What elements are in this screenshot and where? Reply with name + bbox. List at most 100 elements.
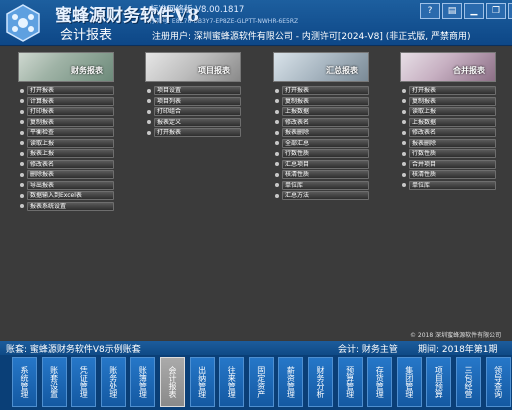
bullet-icon (20, 162, 24, 167)
menu-button[interactable]: 读取上报 (27, 138, 114, 148)
bullet-icon (402, 130, 406, 135)
menu-button[interactable]: 报表删除 (409, 138, 496, 148)
menu-button[interactable]: 打开报表 (27, 86, 114, 96)
menu-button[interactable]: 行数性质 (409, 149, 496, 159)
bullet-icon (20, 204, 24, 209)
nav-button[interactable]: 凭证管理 (71, 357, 97, 407)
menu-list: 打开报表 复制报表 读取上报 上报数据 修改表名 报表删除 行数性质 合并项目 核清性质 单位库 (400, 86, 496, 190)
menu-item: 项目列表 (147, 96, 241, 107)
column-consolidated-reports: 合并报表 打开报表 复制报表 读取上报 上报数据 修改表名 报表删除 行数性质 合并项目 核清性质… (400, 52, 496, 191)
menu-button[interactable]: 单位库 (282, 180, 369, 190)
column-financial-reports: 财务报表 打开报表 计算报表 打印报表 复制报表 平衡检查 读取上报 报表上报 修改表名 删除报表… (18, 52, 114, 212)
bullet-icon (402, 172, 406, 177)
nav-button[interactable]: 固定资产 (248, 357, 274, 407)
nav-button[interactable]: 项目预算 (426, 357, 452, 407)
menu-list: 打开报表 计算报表 打印报表 复制报表 平衡检查 读取上报 报表上报 修改表名 删除报表 导出报表… (18, 86, 114, 211)
menu-button[interactable]: 单位库 (409, 180, 496, 190)
bullet-icon (147, 130, 151, 135)
nav-button[interactable]: 往来管理 (219, 357, 245, 407)
menu-button[interactable]: 读取上报 (409, 107, 496, 117)
menu-button[interactable]: 报表定义 (154, 117, 241, 127)
bullet-icon (402, 183, 406, 188)
menu-button[interactable]: 打开报表 (409, 86, 496, 96)
nav-button[interactable]: 会计报表 (160, 357, 185, 407)
menu-button[interactable]: 删除报表 (27, 170, 114, 180)
menu-button[interactable]: 行数性质 (282, 149, 369, 159)
menu-button[interactable]: 全部汇总 (282, 138, 369, 148)
help-icon[interactable]: ? (420, 3, 440, 19)
menu-button[interactable]: 修改表名 (409, 128, 496, 138)
menu-button[interactable]: 上报数据 (409, 117, 496, 127)
bullet-icon (275, 193, 279, 198)
nav-button[interactable]: 预算管理 (337, 357, 363, 407)
close-icon[interactable]: ✕ (508, 3, 512, 19)
nav-button[interactable]: 集团管理 (396, 357, 422, 407)
menu-button[interactable]: 报表删除 (282, 128, 369, 138)
menu-item: 上报数据 (402, 117, 496, 128)
menu-button[interactable]: 修改表名 (282, 117, 369, 127)
menu-button[interactable]: 修改表名 (27, 159, 114, 169)
nav-button[interactable]: 三包经营 (456, 357, 481, 407)
menu-item: 打印报表 (20, 107, 114, 117)
menu-button[interactable]: 汇总方法 (282, 191, 369, 201)
menu-button[interactable]: 核清性质 (282, 170, 369, 180)
bullet-icon (275, 88, 279, 93)
menu-button[interactable]: 核清性质 (409, 170, 496, 180)
minimize-icon[interactable]: ▁ (464, 3, 484, 19)
status-accountant: 会计: 财务主管 (338, 345, 398, 355)
nav-button[interactable]: 薪资管理 (278, 357, 304, 407)
menu-button[interactable]: 复制报表 (282, 96, 369, 106)
menu-button[interactable]: 计算报表 (27, 96, 114, 106)
menu-button[interactable]: 汇总项目 (282, 159, 369, 169)
menu-item: 修改表名 (20, 159, 114, 170)
menu-item: 读取上报 (20, 138, 114, 149)
nav-button-label: 三包经营 (464, 366, 473, 398)
menu-button[interactable]: 报表上报 (27, 149, 114, 159)
menu-button[interactable]: 打开报表 (154, 128, 241, 138)
menu-list: 打开报表 复制报表 上报数据 修改表名 报表删除 全部汇总 行数性质 汇总项目 核清性质 单位库汇… (273, 86, 369, 201)
nav-button[interactable]: 账簿管理 (130, 357, 156, 407)
menu-button[interactable]: 平衡检查 (27, 128, 114, 138)
menu-button[interactable]: 数据输入到Excel表 (27, 191, 114, 201)
column-thumbnail: 项目报表 (145, 52, 241, 82)
nav-button[interactable]: 存货管理 (367, 357, 393, 407)
menu-button[interactable]: 导出报表 (27, 180, 114, 190)
menu-button[interactable]: 项目设置 (154, 86, 241, 96)
serial-number: 序列号: E8Z76-UB3Y7-EP8ZE-GLPTT-NWHR-6E5RZ (150, 18, 299, 25)
bullet-icon (275, 109, 279, 114)
restore-icon[interactable]: ❐ (486, 3, 506, 19)
edition-label: 标准网络版 V8.00.1817 (150, 5, 245, 15)
nav-button[interactable]: 账套设置 (41, 357, 67, 407)
menu-button[interactable]: 复制报表 (409, 96, 496, 106)
menu-item: 复制报表 (20, 117, 114, 128)
menu-item: 汇总方法 (275, 191, 369, 201)
menu-item: 项目设置 (147, 86, 241, 96)
menu-button[interactable]: 打印报表 (27, 107, 114, 117)
bullet-icon (20, 141, 24, 146)
bullet-icon (402, 151, 406, 156)
column-thumbnail: 汇总报表 (273, 52, 369, 82)
nav-button[interactable]: 领导查询 (485, 357, 511, 407)
menu-item: 删除报表 (20, 170, 114, 180)
menu-button[interactable]: 合并项目 (409, 159, 496, 169)
window-icon[interactable]: ▤ (442, 3, 462, 19)
nav-button[interactable]: 账务处理 (100, 357, 126, 407)
menu-item: 行数性质 (402, 149, 496, 159)
menu-button[interactable]: 上报数据 (282, 107, 369, 117)
bullet-icon (275, 183, 279, 188)
nav-button[interactable]: 系统管理 (12, 357, 37, 407)
bullet-icon (20, 193, 24, 198)
nav-button[interactable]: 出纳管理 (189, 357, 215, 407)
bullet-icon (147, 99, 151, 104)
menu-button[interactable]: 打印组合 (154, 107, 241, 117)
nav-button[interactable]: 财务分析 (308, 357, 333, 407)
bullet-icon (20, 151, 24, 156)
status-account: 账套: 蜜蜂源财务软件V8示例账套 (6, 345, 141, 355)
menu-item: 报表删除 (275, 128, 369, 138)
menu-button[interactable]: 复制报表 (27, 117, 114, 127)
bullet-icon (147, 120, 151, 125)
menu-button[interactable]: 打开报表 (282, 86, 369, 96)
bullet-icon (402, 109, 406, 114)
menu-button[interactable]: 项目列表 (154, 96, 241, 106)
menu-button[interactable]: 报表系统设置 (27, 201, 114, 211)
